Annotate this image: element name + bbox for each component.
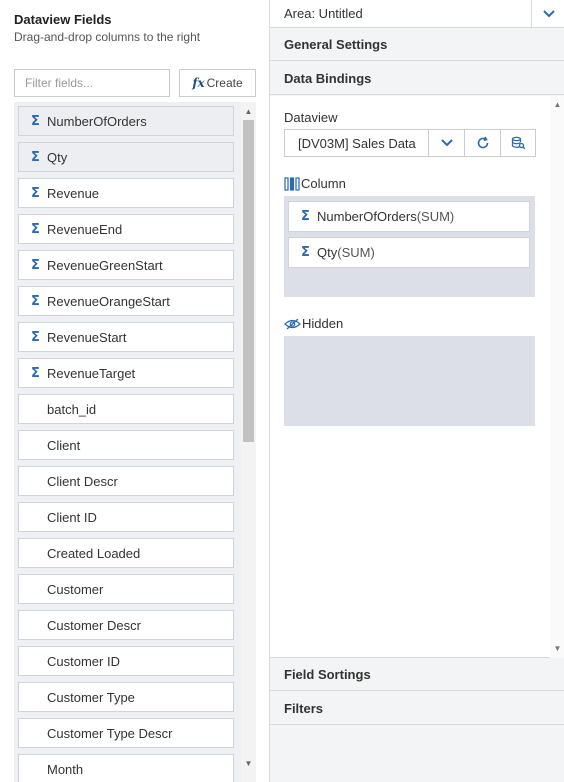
field-item-label: Customer Type <box>47 689 135 705</box>
field-item-label: RevenueStart <box>47 329 127 345</box>
filters-header[interactable]: Filters <box>270 692 564 725</box>
field-item-label: RevenueGreenStart <box>47 257 163 273</box>
field-item[interactable]: Customer <box>18 574 234 604</box>
field-item-label: Client Descr <box>47 473 118 489</box>
field-item[interactable]: Σ RevenueStart <box>18 322 234 352</box>
data-bindings-header[interactable]: Data Bindings <box>270 62 564 95</box>
column-binding-aggregate: (SUM) <box>337 245 375 260</box>
dataview-select[interactable]: [DV03M] Sales Data <box>284 129 429 157</box>
field-item-label: Client ID <box>47 509 97 525</box>
column-binding-item[interactable]: Σ NumberOfOrders (SUM) <box>288 201 530 232</box>
hidden-drop-zone[interactable] <box>284 336 535 426</box>
bindings-scrollbar[interactable]: ▲ ▼ <box>550 96 564 658</box>
field-list-scrollbar[interactable]: ▲ ▼ <box>241 102 256 782</box>
field-item-label: Revenue <box>47 185 100 201</box>
field-item-label: RevenueOrangeStart <box>47 293 170 309</box>
refresh-icon <box>477 136 488 149</box>
field-item[interactable]: Customer Type <box>18 682 234 712</box>
field-item[interactable]: Customer Type Descr <box>18 718 234 748</box>
chevron-down-icon[interactable] <box>531 0 564 28</box>
field-item-label: NumberOfOrders <box>47 113 147 129</box>
column-zone-text: Column <box>301 176 346 191</box>
area-label: Area: Untitled <box>284 6 363 21</box>
data-bindings-body: Dataview [DV03M] Sales Data Column Σ Num… <box>270 96 564 658</box>
eye-slash-icon <box>284 318 301 329</box>
field-item[interactable]: Month <box>18 754 234 782</box>
field-list-container: Σ NumberOfOrders Σ Qty Σ Revenue Σ RevenueEnd Σ R… <box>14 102 256 782</box>
chevron-down-icon <box>440 139 453 147</box>
field-item[interactable]: Customer Descr <box>18 610 234 640</box>
field-item[interactable]: Client ID <box>18 502 234 532</box>
field-item-label: Customer Type Descr <box>47 725 173 741</box>
field-item[interactable]: Client <box>18 430 234 460</box>
field-item-label: Month <box>47 761 84 777</box>
field-item-label: Client <box>47 437 81 453</box>
field-item[interactable]: Client Descr <box>18 466 234 496</box>
field-sortings-header[interactable]: Field Sortings <box>270 658 564 691</box>
field-item-label: Customer ID <box>47 653 120 669</box>
sigma-icon: Σ <box>301 245 310 260</box>
field-item[interactable]: Created Loaded <box>18 538 234 568</box>
scroll-up-arrow-icon[interactable]: ▲ <box>241 104 256 118</box>
sigma-icon: Σ <box>31 293 40 309</box>
field-item[interactable]: Σ RevenueEnd <box>18 214 234 244</box>
database-search-icon <box>511 136 525 150</box>
field-item-label: RevenueEnd <box>47 221 123 237</box>
panel-subtitle: Drag-and-drop columns to the right <box>14 30 201 44</box>
hidden-zone-label: Hidden <box>284 316 343 331</box>
columns-icon <box>284 176 300 191</box>
scroll-up-arrow-icon[interactable]: ▲ <box>550 98 564 110</box>
field-item[interactable]: Σ RevenueGreenStart <box>18 250 234 280</box>
sigma-icon: Σ <box>31 257 40 273</box>
field-item[interactable]: Σ RevenueOrangeStart <box>18 286 234 316</box>
dataview-fields-panel: Dataview Fields Drag-and-drop columns to… <box>0 0 264 782</box>
field-item-label: Customer <box>47 581 104 597</box>
dataview-label: Dataview <box>284 110 338 125</box>
sigma-icon: Σ <box>31 329 40 345</box>
scroll-thumb[interactable] <box>243 120 254 442</box>
create-button-label: Create <box>206 76 243 90</box>
panel-title: Dataview Fields <box>14 12 112 27</box>
field-item-label: batch_id <box>47 401 97 417</box>
field-item[interactable]: Σ Revenue <box>18 178 234 208</box>
dataview-dropdown-button[interactable] <box>429 129 465 157</box>
sigma-icon: Σ <box>31 113 40 129</box>
sigma-icon: Σ <box>31 365 40 381</box>
scroll-down-arrow-icon[interactable]: ▼ <box>241 756 256 770</box>
hidden-zone-text: Hidden <box>302 316 344 331</box>
column-binding-aggregate: (SUM) <box>416 209 455 224</box>
sigma-icon: Σ <box>31 221 40 237</box>
field-item-label: RevenueTarget <box>47 365 136 381</box>
create-field-button[interactable]: fx Create <box>179 69 256 97</box>
field-item-label: Customer Descr <box>47 617 141 633</box>
column-binding-item[interactable]: Σ Qty (SUM) <box>288 237 530 268</box>
refresh-dataview-button[interactable] <box>465 129 501 157</box>
fx-icon: fx <box>192 76 205 90</box>
column-drop-zone[interactable]: Σ NumberOfOrders (SUM) Σ Qty (SUM) <box>284 196 535 297</box>
field-item[interactable]: Σ NumberOfOrders <box>18 106 234 136</box>
field-item-label: Created Loaded <box>47 545 141 561</box>
dataview-details-button[interactable] <box>501 129 536 157</box>
filter-fields-input[interactable] <box>14 69 170 97</box>
column-binding-name: NumberOfOrders <box>317 209 417 224</box>
column-binding-name: Qty <box>317 245 338 260</box>
column-zone-label: Column <box>284 176 346 191</box>
scroll-down-arrow-icon[interactable]: ▼ <box>550 642 564 654</box>
sigma-icon: Σ <box>31 149 40 165</box>
field-list: Σ NumberOfOrders Σ Qty Σ Revenue Σ RevenueEnd Σ R… <box>18 106 234 782</box>
field-item[interactable]: Customer ID <box>18 646 234 676</box>
field-item[interactable]: Σ RevenueTarget <box>18 358 234 388</box>
settings-panel: Area: Untitled General Settings Data Bin… <box>269 0 564 782</box>
general-settings-header[interactable]: General Settings <box>270 28 564 61</box>
field-item[interactable]: batch_id <box>18 394 234 424</box>
field-item[interactable]: Σ Qty <box>18 142 234 172</box>
sigma-icon: Σ <box>301 209 310 224</box>
sigma-icon: Σ <box>31 185 40 201</box>
field-item-label: Qty <box>47 149 68 165</box>
area-selector[interactable]: Area: Untitled <box>270 0 564 28</box>
